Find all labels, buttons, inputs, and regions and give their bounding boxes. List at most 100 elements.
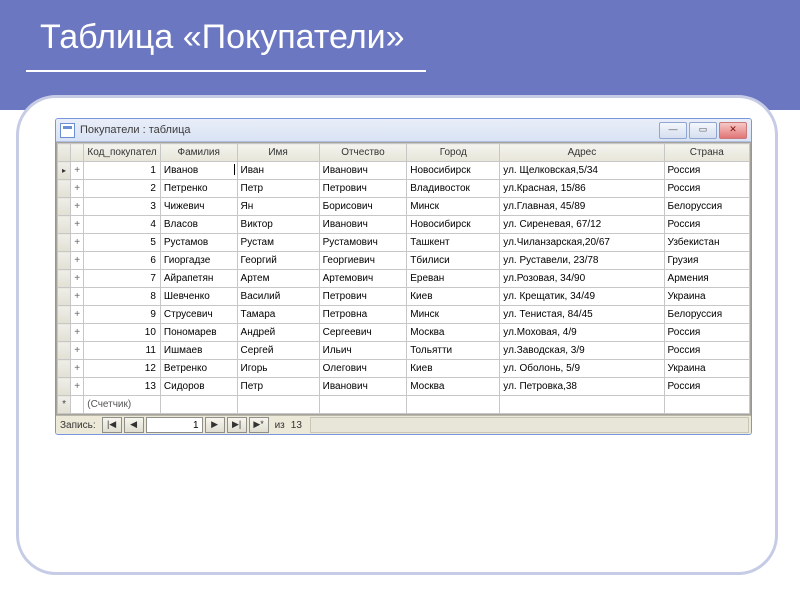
cell-imya[interactable]: Андрей	[237, 324, 319, 342]
row-selector[interactable]	[58, 216, 71, 234]
cell-adres[interactable]	[500, 396, 664, 414]
cell-adres[interactable]: ул.Розовая, 34/90	[500, 270, 664, 288]
cell-familia[interactable]: Сидоров	[160, 378, 237, 396]
cell-code[interactable]: 3	[84, 198, 161, 216]
cell-adres[interactable]: ул. Тенистая, 84/45	[500, 306, 664, 324]
cell-strana[interactable]: Россия	[664, 342, 749, 360]
cell-code[interactable]: 4	[84, 216, 161, 234]
col-strana[interactable]: Страна	[664, 144, 749, 162]
cell-adres[interactable]: ул. Щелковская,5/34	[500, 162, 664, 180]
cell-imya[interactable]: Артем	[237, 270, 319, 288]
cell-otch[interactable]: Борисович	[319, 198, 407, 216]
nav-last-button[interactable]: ▶|	[227, 417, 247, 433]
cell-strana[interactable]: Грузия	[664, 252, 749, 270]
expand-toggle[interactable]: +	[71, 216, 84, 234]
cell-imya[interactable]: Тамара	[237, 306, 319, 324]
horizontal-scrollbar[interactable]	[310, 417, 749, 433]
cell-gorod[interactable]	[407, 396, 500, 414]
cell-adres[interactable]: ул.Главная, 45/89	[500, 198, 664, 216]
cell-code[interactable]: 5	[84, 234, 161, 252]
expand-toggle[interactable]: +	[71, 180, 84, 198]
cell-imya[interactable]	[237, 396, 319, 414]
data-grid[interactable]: Код_покупател Фамилия Имя Отчество Город…	[56, 142, 751, 415]
cell-otch[interactable]: Рустамович	[319, 234, 407, 252]
row-selector[interactable]	[58, 378, 71, 396]
cell-familia[interactable]: Айрапетян	[160, 270, 237, 288]
table-row[interactable]: +1ИвановИванИвановичНовосибирскул. Щелко…	[58, 162, 750, 180]
cell-familia[interactable]: Струсевич	[160, 306, 237, 324]
cell-strana[interactable]: Армения	[664, 270, 749, 288]
cell-adres[interactable]: ул.Заводская, 3/9	[500, 342, 664, 360]
row-selector[interactable]	[58, 360, 71, 378]
table-row[interactable]: +8ШевченкоВасилийПетровичКиевул. Крещати…	[58, 288, 750, 306]
minimize-button[interactable]: —	[659, 122, 687, 139]
table-row[interactable]: +10ПономаревАндрейСергеевичМоскваул.Мохо…	[58, 324, 750, 342]
cell-gorod[interactable]: Новосибирск	[407, 162, 500, 180]
expand-toggle[interactable]: +	[71, 360, 84, 378]
cell-otch[interactable]	[319, 396, 407, 414]
cell-strana[interactable]: Россия	[664, 324, 749, 342]
cell-strana[interactable]: Россия	[664, 216, 749, 234]
cell-strana[interactable]: Россия	[664, 180, 749, 198]
cell-otch[interactable]: Олегович	[319, 360, 407, 378]
table-row[interactable]: +7АйрапетянАртемАртемовичЕреванул.Розова…	[58, 270, 750, 288]
window-titlebar[interactable]: Покупатели : таблица — ▭ ✕	[56, 119, 751, 142]
col-adres[interactable]: Адрес	[500, 144, 664, 162]
row-selector[interactable]	[58, 180, 71, 198]
cell-imya[interactable]: Иван	[237, 162, 319, 180]
cell-familia[interactable]: Пономарев	[160, 324, 237, 342]
cell-strana[interactable]	[664, 396, 749, 414]
cell-code[interactable]: 12	[84, 360, 161, 378]
nav-new-button[interactable]: ▶*	[249, 417, 269, 433]
cell-otch[interactable]: Георгиевич	[319, 252, 407, 270]
cell-imya[interactable]: Игорь	[237, 360, 319, 378]
table-row-new[interactable]: * (Счетчик)	[58, 396, 750, 414]
table-row[interactable]: +13СидоровПетрИвановичМоскваул. Петровка…	[58, 378, 750, 396]
table-row[interactable]: +6ГиоргадзеГеоргийГеоргиевичТбилисиул. Р…	[58, 252, 750, 270]
cell-gorod[interactable]: Ереван	[407, 270, 500, 288]
cell-familia[interactable]: Рустамов	[160, 234, 237, 252]
cell-strana[interactable]: Белоруссия	[664, 198, 749, 216]
cell-gorod[interactable]: Минск	[407, 306, 500, 324]
cell-code[interactable]: 2	[84, 180, 161, 198]
cell-adres[interactable]: ул.Моховая, 4/9	[500, 324, 664, 342]
cell-otch[interactable]: Сергеевич	[319, 324, 407, 342]
cell-imya[interactable]: Василий	[237, 288, 319, 306]
cell-otch[interactable]: Петрович	[319, 288, 407, 306]
cell-code[interactable]: 7	[84, 270, 161, 288]
cell-adres[interactable]: ул.Красная, 15/86	[500, 180, 664, 198]
cell-strana[interactable]: Россия	[664, 378, 749, 396]
table-row[interactable]: +11ИшмаевСергейИльичТольяттиул.Заводская…	[58, 342, 750, 360]
cell-imya[interactable]: Виктор	[237, 216, 319, 234]
row-selector-new[interactable]: *	[58, 396, 71, 414]
cell-code[interactable]: (Счетчик)	[84, 396, 161, 414]
cell-gorod[interactable]: Минск	[407, 198, 500, 216]
cell-familia[interactable]: Петренко	[160, 180, 237, 198]
expand-toggle[interactable]: +	[71, 198, 84, 216]
row-selector[interactable]	[58, 324, 71, 342]
expand-toggle[interactable]: +	[71, 324, 84, 342]
cell-familia[interactable]: Шевченко	[160, 288, 237, 306]
row-selector[interactable]	[58, 198, 71, 216]
cell-familia[interactable]: Ветренко	[160, 360, 237, 378]
expand-toggle[interactable]: +	[71, 288, 84, 306]
cell-adres[interactable]: ул. Оболонь, 5/9	[500, 360, 664, 378]
expand-toggle[interactable]: +	[71, 234, 84, 252]
cell-strana[interactable]: Россия	[664, 162, 749, 180]
cell-familia[interactable]: Гиоргадзе	[160, 252, 237, 270]
cell-code[interactable]: 1	[84, 162, 161, 180]
cell-strana[interactable]: Украина	[664, 288, 749, 306]
cell-code[interactable]: 10	[84, 324, 161, 342]
row-selector[interactable]	[58, 270, 71, 288]
cell-gorod[interactable]: Тольятти	[407, 342, 500, 360]
cell-otch[interactable]: Петрович	[319, 180, 407, 198]
cell-adres[interactable]: ул. Петровка,38	[500, 378, 664, 396]
nav-next-button[interactable]: ▶	[205, 417, 225, 433]
cell-adres[interactable]: ул. Крещатик, 34/49	[500, 288, 664, 306]
expand-toggle[interactable]: +	[71, 270, 84, 288]
table-row[interactable]: +4ВласовВикторИвановичНовосибирскул. Сир…	[58, 216, 750, 234]
table-row[interactable]: +5РустамовРустамРустамовичТашкентул.Чила…	[58, 234, 750, 252]
cell-imya[interactable]: Георгий	[237, 252, 319, 270]
cell-familia[interactable]: Власов	[160, 216, 237, 234]
cell-code[interactable]: 8	[84, 288, 161, 306]
